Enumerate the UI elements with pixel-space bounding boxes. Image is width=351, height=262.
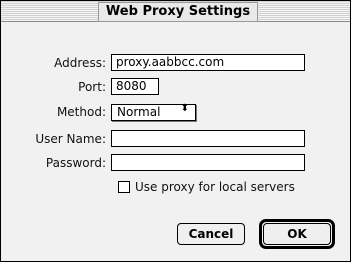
password-field[interactable]	[111, 154, 305, 171]
window-title: Web Proxy Settings	[105, 4, 251, 19]
method-selected-value: Normal	[117, 105, 161, 119]
user-name-field[interactable]	[111, 130, 305, 147]
use-proxy-local-checkbox[interactable]	[118, 181, 130, 193]
user-name-label: User Name:	[35, 132, 106, 146]
updown-arrows-icon: ⬍	[180, 103, 189, 114]
method-label: Method:	[56, 105, 106, 119]
port-label: Port:	[78, 80, 106, 94]
password-label: Password:	[45, 156, 106, 170]
port-field[interactable]: 8080	[111, 78, 159, 95]
address-field[interactable]: proxy.aabbcc.com	[111, 54, 305, 71]
title-box: Web Proxy Settings	[98, 2, 258, 22]
title-bar[interactable]: Web Proxy Settings	[1, 1, 350, 22]
address-label: Address:	[54, 56, 106, 70]
cancel-button[interactable]: Cancel	[177, 223, 245, 245]
dialog-window: Web Proxy Settings Address: proxy.aabbcc…	[0, 0, 351, 262]
ok-button[interactable]: OK	[263, 223, 331, 245]
use-proxy-local-label: Use proxy for local servers	[135, 180, 295, 194]
method-popup[interactable]: Normal ⬍	[111, 104, 196, 121]
